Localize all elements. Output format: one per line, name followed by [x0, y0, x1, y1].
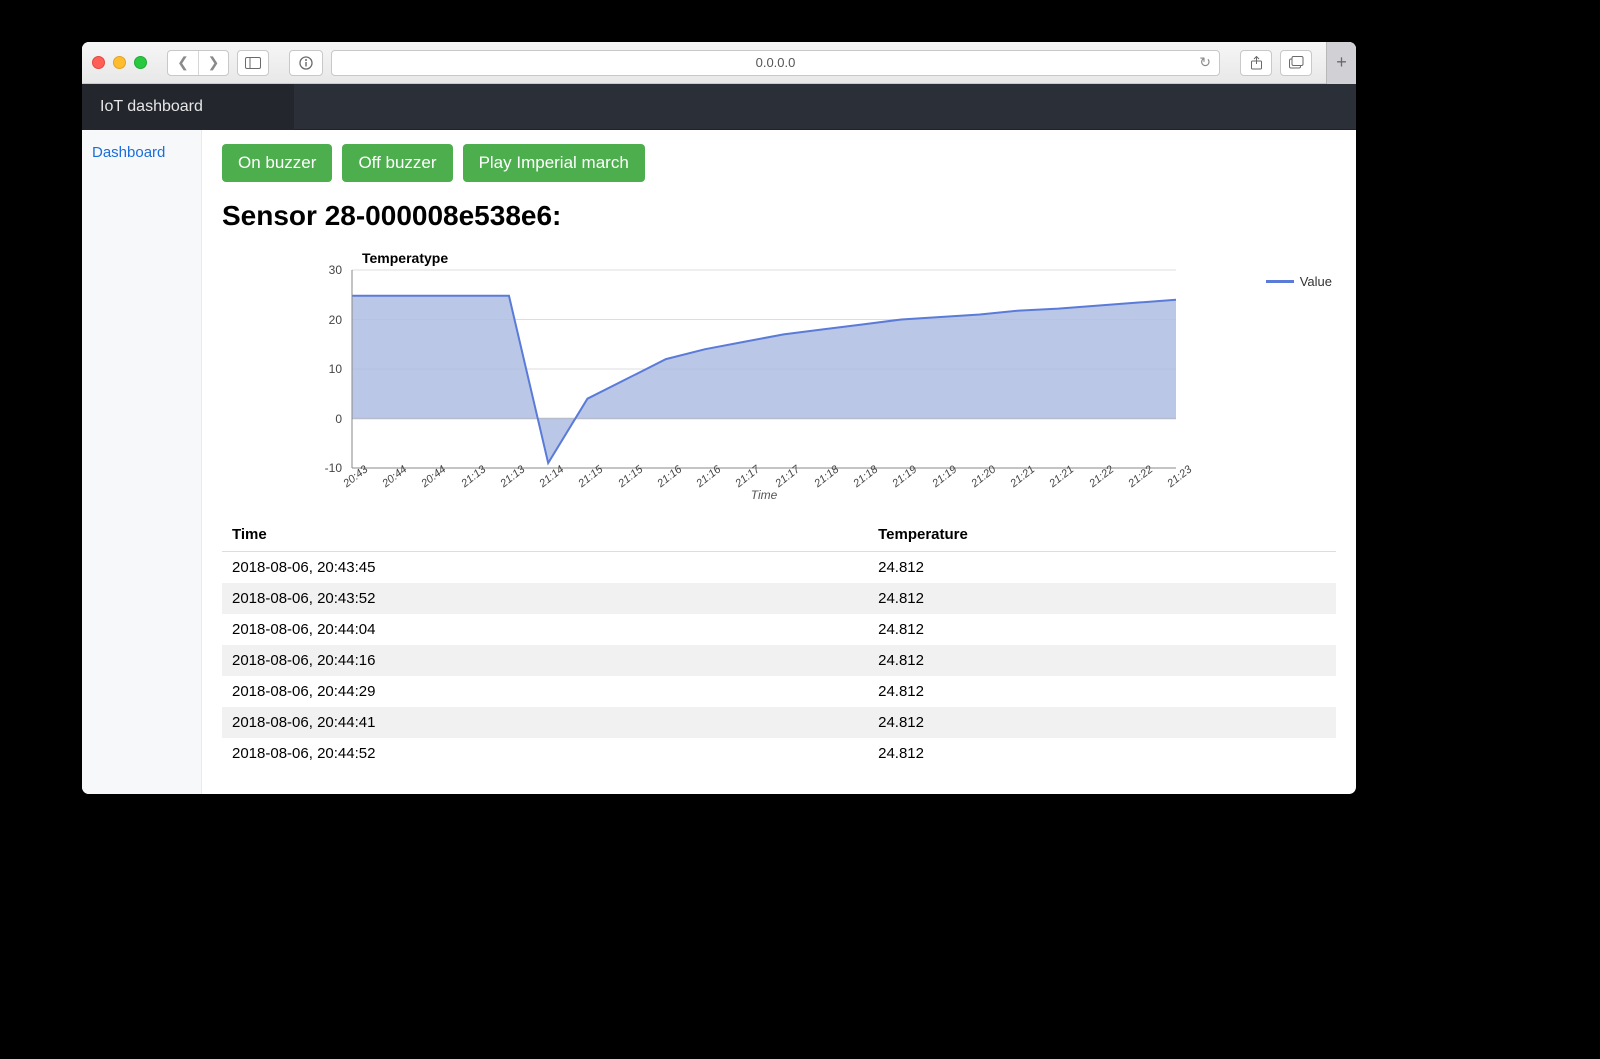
cell-temperature: 24.812	[868, 707, 1336, 738]
cell-time: 2018-08-06, 20:43:45	[222, 552, 868, 584]
cell-time: 2018-08-06, 20:44:29	[222, 676, 868, 707]
cell-temperature: 24.812	[868, 583, 1336, 614]
table-row: 2018-08-06, 20:43:4524.812	[222, 552, 1336, 584]
chart-plot-area	[352, 270, 1176, 468]
x-tick: 21:22	[1087, 464, 1116, 490]
cell-temperature: 24.812	[868, 738, 1336, 769]
table-row: 2018-08-06, 20:44:1624.812	[222, 645, 1336, 676]
cell-temperature: 24.812	[868, 645, 1336, 676]
window-controls	[92, 56, 147, 69]
share-button[interactable]	[1240, 50, 1272, 76]
action-buttons: On buzzer Off buzzer Play Imperial march	[222, 144, 1336, 182]
sidebar: Dashboard	[82, 130, 202, 794]
address-bar[interactable]: 0.0.0.0 ↻	[331, 50, 1220, 76]
col-header-time: Time	[222, 518, 868, 552]
tabs-button[interactable]	[1280, 50, 1312, 76]
fullscreen-icon[interactable]	[134, 56, 147, 69]
cell-time: 2018-08-06, 20:44:52	[222, 738, 868, 769]
table-row: 2018-08-06, 20:43:5224.812	[222, 583, 1336, 614]
temperature-chart: Temperatype -10 0 10 20 30 Time 20:43 20:44 20…	[222, 248, 1336, 508]
main-content: On buzzer Off buzzer Play Imperial march…	[202, 130, 1356, 794]
address-text: 0.0.0.0	[756, 55, 796, 70]
legend-swatch	[1266, 280, 1294, 283]
reload-icon[interactable]: ↻	[1199, 54, 1211, 71]
new-tab-button[interactable]: +	[1326, 42, 1356, 84]
app-title: IoT dashboard	[100, 98, 203, 116]
site-info-button[interactable]	[289, 50, 323, 76]
on-buzzer-button[interactable]: On buzzer	[222, 144, 332, 182]
x-tick: 21:13	[459, 464, 488, 490]
x-tick: 21:13	[498, 464, 527, 490]
browser-titlebar: ❮ ❯ 0.0.0.0 ↻ +	[82, 42, 1356, 84]
table-row: 2018-08-06, 20:44:4124.812	[222, 707, 1336, 738]
y-tick: 30	[302, 263, 342, 277]
y-tick: 0	[302, 412, 342, 426]
forward-button[interactable]: ❯	[198, 51, 228, 75]
cell-temperature: 24.812	[868, 552, 1336, 584]
close-icon[interactable]	[92, 56, 105, 69]
browser-window: ❮ ❯ 0.0.0.0 ↻ + IoT dashboard	[82, 42, 1356, 794]
x-tick: 21:21	[1047, 464, 1076, 490]
off-buzzer-button[interactable]: Off buzzer	[342, 144, 452, 182]
cell-time: 2018-08-06, 20:44:04	[222, 614, 868, 645]
x-tick: 21:18	[812, 464, 841, 490]
x-tick: 21:16	[694, 464, 723, 490]
cell-time: 2018-08-06, 20:44:16	[222, 645, 868, 676]
x-tick: 21:16	[655, 464, 684, 490]
table-row: 2018-08-06, 20:44:2924.812	[222, 676, 1336, 707]
table-body: 2018-08-06, 20:43:4524.8122018-08-06, 20…	[222, 552, 1336, 770]
x-tick: 20:44	[420, 464, 449, 490]
sensor-title: Sensor 28-000008e538e6:	[222, 200, 1336, 232]
x-tick: 21:22	[1126, 464, 1155, 490]
table-row: 2018-08-06, 20:44:5224.812	[222, 738, 1336, 769]
address-area: 0.0.0.0 ↻	[289, 50, 1220, 76]
minimize-icon[interactable]	[113, 56, 126, 69]
x-tick: 21:23	[1165, 464, 1194, 490]
cell-temperature: 24.812	[868, 614, 1336, 645]
nav-back-forward: ❮ ❯	[167, 50, 229, 76]
x-tick: 21:17	[773, 464, 802, 490]
cell-temperature: 24.812	[868, 676, 1336, 707]
play-imperial-march-button[interactable]: Play Imperial march	[463, 144, 645, 182]
x-tick: 21:14	[537, 464, 566, 490]
cell-time: 2018-08-06, 20:43:52	[222, 583, 868, 614]
x-tick: 21:17	[734, 464, 763, 490]
readings-table: Time Temperature 2018-08-06, 20:43:4524.…	[222, 518, 1336, 769]
x-tick: 21:15	[577, 464, 606, 490]
x-tick: 21:19	[930, 464, 959, 490]
chart-legend: Value	[1266, 274, 1332, 289]
y-axis: -100102030	[302, 270, 342, 468]
chart-title: Temperatype	[362, 250, 448, 266]
x-tick: 20:43	[341, 464, 370, 490]
x-axis: Time 20:4320:4420:4421:1321:1321:1421:15…	[352, 466, 1176, 498]
table-header-row: Time Temperature	[222, 518, 1336, 552]
y-tick: 20	[302, 313, 342, 327]
right-toolbar	[1240, 50, 1312, 76]
legend-label: Value	[1300, 274, 1332, 289]
content-row: Dashboard On buzzer Off buzzer Play Impe…	[82, 130, 1356, 794]
sidebar-item-dashboard[interactable]: Dashboard	[92, 144, 165, 161]
x-axis-label: Time	[751, 488, 778, 502]
x-tick: 21:18	[851, 464, 880, 490]
y-tick: -10	[302, 461, 342, 475]
x-tick: 21:21	[1008, 464, 1037, 490]
x-tick: 21:20	[969, 464, 998, 490]
x-tick: 20:44	[380, 464, 409, 490]
x-tick: 21:19	[890, 464, 919, 490]
back-button[interactable]: ❮	[168, 51, 198, 75]
app-brand[interactable]: IoT dashboard	[82, 84, 294, 130]
col-header-temperature: Temperature	[868, 518, 1336, 552]
cell-time: 2018-08-06, 20:44:41	[222, 707, 868, 738]
app-header: IoT dashboard	[82, 84, 1356, 130]
x-tick: 21:15	[616, 464, 645, 490]
table-row: 2018-08-06, 20:44:0424.812	[222, 614, 1336, 645]
y-tick: 10	[302, 362, 342, 376]
sidebar-toggle-button[interactable]	[237, 50, 269, 76]
